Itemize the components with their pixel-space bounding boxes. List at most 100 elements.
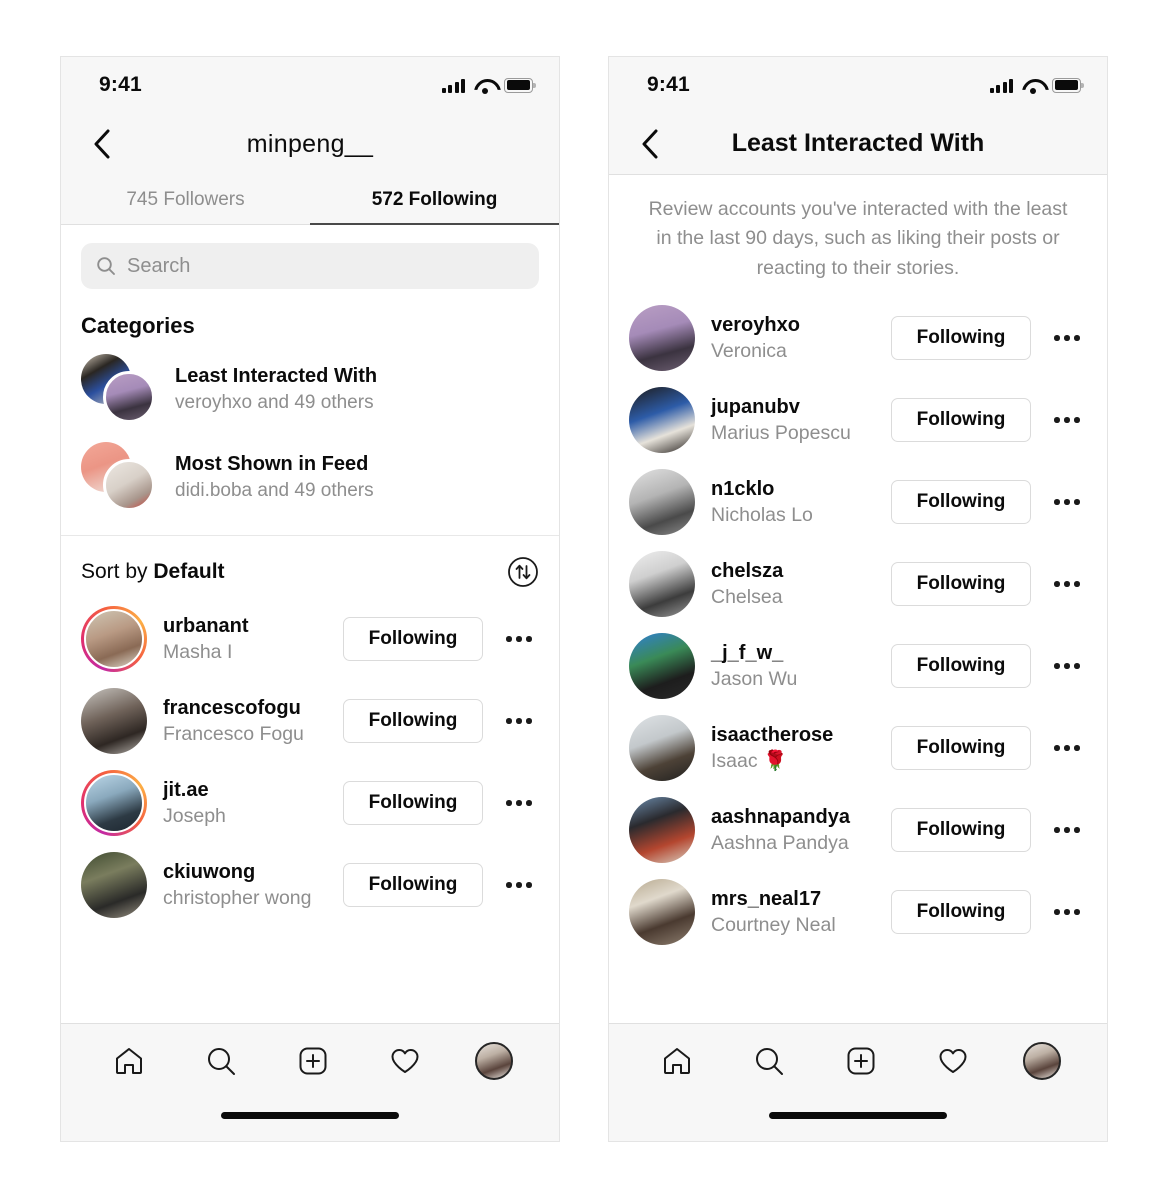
category-most-shown[interactable]: Most Shown in Feed didi.boba and 49 othe… [61, 433, 559, 521]
sort-row: Sort by Default [61, 536, 559, 598]
table-row[interactable]: veroyhxo Veronica Following [609, 297, 1107, 379]
bottom-tab-bar [609, 1023, 1107, 1141]
description-text: Review accounts you've interacted with t… [648, 198, 1068, 279]
sort-label[interactable]: Sort by Default [81, 560, 225, 584]
table-row[interactable]: mrs_neal17 Courtney Neal Following [609, 871, 1107, 953]
more-options-icon[interactable] [1047, 909, 1087, 915]
username: _j_f_w_ [711, 641, 784, 664]
search-icon[interactable] [747, 1039, 791, 1083]
username: jupanubv [711, 395, 800, 418]
user-text: aashnapandya Aashna Pandya [711, 804, 875, 856]
table-row[interactable]: jit.ae Joseph Following [61, 762, 559, 844]
following-button[interactable]: Following [891, 479, 1031, 524]
more-options-icon[interactable] [1047, 745, 1087, 751]
back-chevron-icon[interactable] [633, 127, 667, 161]
full-name: Veronica [711, 339, 787, 362]
user-text: jit.ae Joseph [163, 777, 327, 829]
tab-followers[interactable]: 745 Followers [61, 175, 310, 224]
search-icon[interactable] [199, 1039, 243, 1083]
following-button[interactable]: Following [891, 889, 1031, 934]
new-post-icon[interactable] [839, 1039, 883, 1083]
table-row[interactable]: francescofogu Francesco Fogu Following [61, 680, 559, 762]
username: jit.ae [163, 778, 209, 801]
battery-icon [1052, 77, 1084, 93]
more-options-icon[interactable] [1047, 335, 1087, 341]
category-least-interacted[interactable]: Least Interacted With veroyhxo and 49 ot… [61, 345, 559, 433]
table-row[interactable]: _j_f_w_ Jason Wu Following [609, 625, 1107, 707]
following-button[interactable]: Following [891, 315, 1031, 360]
user-text: mrs_neal17 Courtney Neal [711, 886, 875, 938]
home-icon[interactable] [655, 1039, 699, 1083]
username: aashnapandya [711, 805, 850, 828]
activity-heart-icon[interactable] [383, 1039, 427, 1083]
table-row[interactable]: isaactherose Isaac 🌹 Following [609, 707, 1107, 789]
username: mrs_neal17 [711, 887, 822, 910]
avatar[interactable] [81, 688, 147, 754]
table-row[interactable]: n1cklo Nicholas Lo Following [609, 461, 1107, 543]
following-button[interactable]: Following [343, 699, 483, 743]
following-button[interactable]: Following [891, 561, 1031, 606]
signal-icon [989, 78, 1013, 93]
profile-avatar[interactable] [1023, 1042, 1061, 1080]
avatar[interactable] [629, 796, 695, 863]
table-row[interactable]: aashnapandya Aashna Pandya Following [609, 789, 1107, 871]
category-thumbnail [81, 442, 157, 512]
home-indicator [221, 1112, 399, 1119]
more-options-icon[interactable] [1047, 499, 1087, 505]
user-text: _j_f_w_ Jason Wu [711, 640, 875, 692]
more-options-icon[interactable] [1047, 827, 1087, 833]
category-subtitle: veroyhxo and 49 others [175, 391, 374, 413]
sort-arrows-icon[interactable] [507, 556, 539, 588]
tab-following[interactable]: 572 Following [310, 175, 559, 225]
more-options-icon[interactable] [499, 636, 539, 642]
user-text: ckiuwong christopher wong [163, 859, 327, 911]
avatar[interactable] [81, 606, 147, 672]
more-options-icon[interactable] [499, 800, 539, 806]
full-name: Francesco Fogu [163, 722, 304, 745]
table-row[interactable]: ckiuwong christopher wong Following [61, 844, 559, 926]
avatar[interactable] [629, 550, 695, 617]
category-thumbnail [81, 354, 157, 424]
following-button[interactable]: Following [343, 617, 483, 661]
table-row[interactable]: chelsza Chelsea Following [609, 543, 1107, 625]
avatar[interactable] [81, 852, 147, 918]
more-options-icon[interactable] [1047, 417, 1087, 423]
avatar[interactable] [81, 770, 147, 836]
following-button[interactable]: Following [891, 725, 1031, 770]
more-options-icon[interactable] [1047, 581, 1087, 587]
following-scroll-area: Search Categories Least Interacted With … [61, 225, 559, 1081]
search-input[interactable]: Search [81, 243, 539, 289]
avatar[interactable] [629, 304, 695, 371]
avatar[interactable] [629, 714, 695, 781]
phone-least-interacted: 9:41 Least Interacted With Review accoun… [608, 56, 1108, 1142]
full-name: Isaac 🌹 [711, 749, 788, 772]
user-text: veroyhxo Veronica [711, 312, 875, 364]
more-options-icon[interactable] [1047, 663, 1087, 669]
more-options-icon[interactable] [499, 718, 539, 724]
following-button[interactable]: Following [343, 863, 483, 907]
profile-avatar[interactable] [475, 1042, 513, 1080]
status-bar: 9:41 [61, 57, 559, 113]
full-name: Chelsea [711, 585, 783, 608]
back-chevron-icon[interactable] [85, 127, 119, 161]
battery-icon [504, 77, 536, 93]
avatar[interactable] [629, 878, 695, 945]
following-button[interactable]: Following [891, 643, 1031, 688]
user-text: n1cklo Nicholas Lo [711, 476, 875, 528]
following-button[interactable]: Following [343, 781, 483, 825]
avatar[interactable] [629, 386, 695, 453]
avatar[interactable] [629, 468, 695, 535]
activity-heart-icon[interactable] [931, 1039, 975, 1083]
following-button[interactable]: Following [891, 807, 1031, 852]
new-post-icon[interactable] [291, 1039, 335, 1083]
table-row[interactable]: jupanubv Marius Popescu Following [609, 379, 1107, 461]
status-icons [441, 77, 536, 94]
status-bar: 9:41 [609, 57, 1107, 113]
home-icon[interactable] [107, 1039, 151, 1083]
home-indicator [769, 1112, 947, 1119]
page-title: minpeng__ [246, 129, 374, 158]
following-button[interactable]: Following [891, 397, 1031, 442]
more-options-icon[interactable] [499, 882, 539, 888]
avatar[interactable] [629, 632, 695, 699]
table-row[interactable]: urbanant Masha I Following [61, 598, 559, 680]
